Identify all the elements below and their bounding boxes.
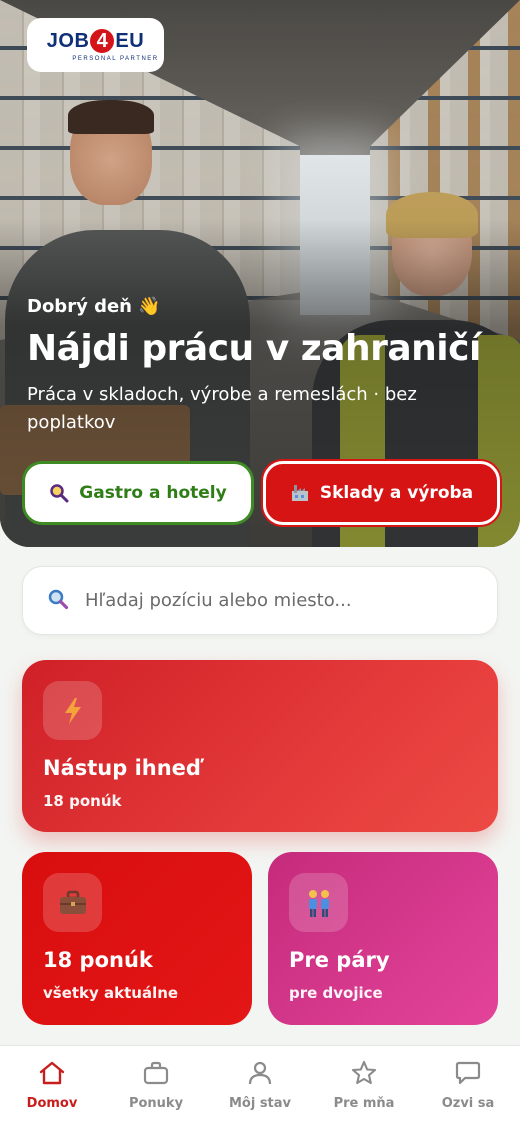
couples-title: Pre páry [289, 948, 390, 972]
briefcase-icon [43, 873, 102, 932]
bottom-navigation: Domov Ponuky Môj stav Pre mňa Ozvi sa [0, 1045, 520, 1125]
gastro-hotels-button[interactable]: Gastro a hotely [22, 461, 254, 525]
search-icon [47, 588, 69, 614]
nav-label-home: Domov [26, 1096, 78, 1111]
nav-item-my-status[interactable]: Môj stav [210, 1060, 310, 1111]
nav-item-contact[interactable]: Ozvi sa [418, 1060, 518, 1111]
nav-item-home[interactable]: Domov [2, 1060, 102, 1111]
home-icon [38, 1060, 66, 1090]
nav-item-offers[interactable]: Ponuky [106, 1060, 206, 1111]
greeting-text: Dobrý deň 👋 [27, 296, 161, 317]
hero-subtitle: Práca v skladoch, výrobe a remeslách · b… [27, 384, 417, 433]
page-title: Nájdi prácu v zahraničí [27, 328, 481, 369]
immediate-start-count: 18 ponúk [43, 792, 122, 810]
all-offers-title: 18 ponúk [43, 948, 153, 972]
lightning-icon [43, 681, 102, 740]
immediate-start-title: Nástup ihneď [43, 756, 201, 780]
logo-tagline: PERSONAL PARTNER [72, 55, 159, 62]
warehouse-production-button[interactable]: Sklady a výroba [263, 461, 500, 525]
nav-item-for-me[interactable]: Pre mňa [314, 1060, 414, 1111]
brand-logo[interactable]: JOB 4 EU PERSONAL PARTNER [27, 18, 164, 72]
nav-label-for-me: Pre mňa [333, 1096, 395, 1111]
hero-banner: JOB 4 EU PERSONAL PARTNER Dobrý deň 👋 Nájd… [0, 0, 520, 547]
couples-subtitle: pre dvojice [289, 984, 383, 1002]
immediate-start-card[interactable]: Nástup ihneď 18 ponúk [22, 660, 498, 832]
nav-label-my-status: Môj stav [228, 1096, 292, 1111]
couples-card[interactable]: Pre páry pre dvojice [268, 852, 498, 1025]
warehouse-production-label: Sklady a výroba [319, 483, 474, 503]
star-icon [350, 1060, 378, 1090]
magnifier-icon [49, 483, 69, 503]
all-offers-card[interactable]: 18 ponúk všetky aktuálne [22, 852, 252, 1025]
nav-label-contact: Ozvi sa [441, 1096, 495, 1111]
logo-wordmark: JOB 4 EU [46, 28, 145, 53]
nav-label-offers: Ponuky [128, 1096, 184, 1111]
person-icon [246, 1060, 274, 1090]
couple-icon [289, 873, 348, 932]
all-offers-subtitle: všetky aktuálne [43, 984, 179, 1002]
factory-icon [290, 483, 310, 503]
search-input[interactable] [85, 590, 465, 611]
briefcase-icon [142, 1060, 170, 1090]
gastro-hotels-label: Gastro a hotely [79, 483, 227, 503]
chat-icon [454, 1060, 482, 1090]
search-bar[interactable] [22, 566, 498, 635]
